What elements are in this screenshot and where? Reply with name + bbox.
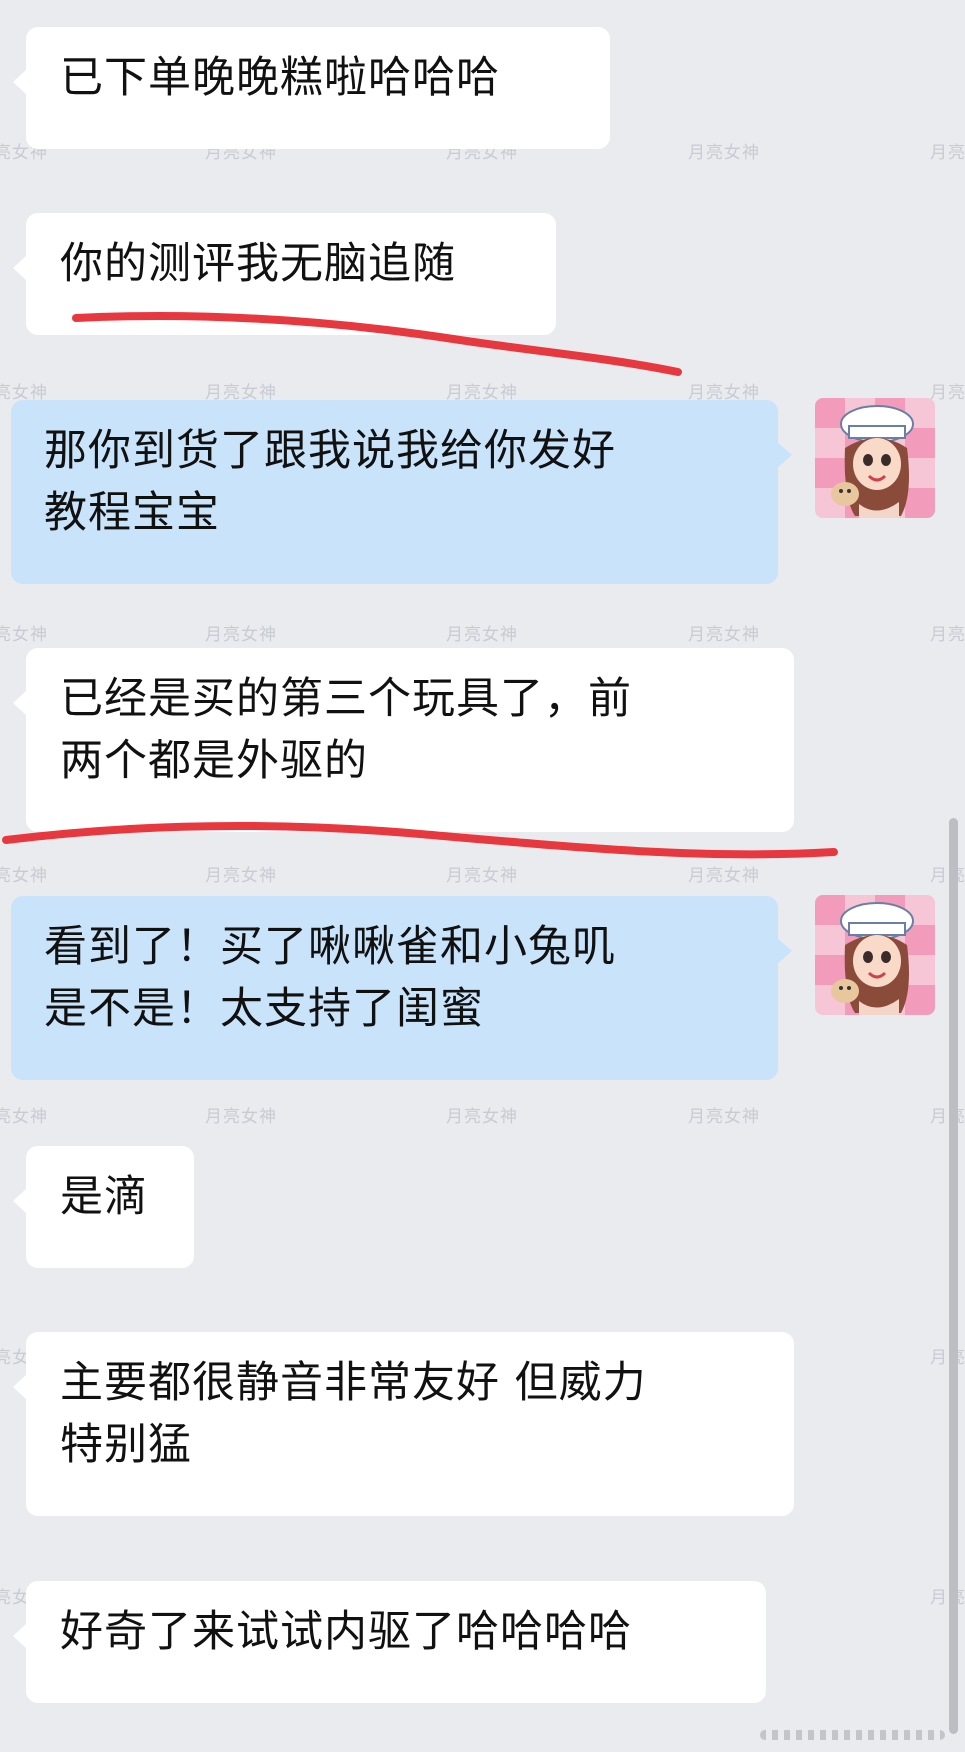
message-text-line: 教程宝宝 (44, 488, 220, 538)
bubble-tail (13, 690, 27, 716)
watermark-text: 月亮女神 (688, 143, 760, 163)
message-text-line: 特别猛 (60, 1420, 192, 1470)
message-text: 好奇了来试试内驱了哈哈哈哈 (60, 1607, 632, 1657)
bubble-tail (777, 442, 792, 468)
message-bubble-incoming[interactable]: 已经是买的第三个玩具了，前 两个都是外驱的 (13, 648, 794, 832)
message-text-line: 两个都是外驱的 (60, 736, 368, 786)
watermark-text: 月亮女神 (0, 625, 48, 645)
bubble-tail (13, 1623, 27, 1649)
message-bubble-incoming[interactable]: 主要都很静音非常友好 但威力 特别猛 (13, 1332, 794, 1516)
message-bubble-outgoing[interactable]: 那你到货了跟我说我给你发好 教程宝宝 (11, 400, 792, 584)
watermark-text: 月亮女神 (446, 625, 518, 645)
bubble-tail (777, 938, 792, 964)
watermark-text: 月亮女神 (446, 1107, 518, 1127)
message-text-line: 是不是！太支持了闺蜜 (44, 984, 484, 1034)
watermark-text: 月亮女神 (446, 866, 518, 886)
message-text-line: 已经是买的第三个玩具了，前 (60, 674, 632, 724)
watermark-text: 月亮女神 (0, 866, 48, 886)
home-indicator (760, 1730, 945, 1740)
bubble-tail (13, 1188, 27, 1214)
watermark-text: 月亮女神 (930, 1348, 965, 1368)
watermark-text: 月亮女神 (930, 1107, 965, 1127)
message-bubble-incoming[interactable]: 你的测评我无脑追随 (13, 213, 556, 335)
chat-conversation: 月亮女神月亮女神月亮女神月亮女神月亮女神月亮女神月亮女神月亮女神月亮女神月亮女神… (0, 0, 965, 1752)
watermark-text: 月亮女神 (0, 1107, 48, 1127)
watermark-text: 月亮女神 (688, 866, 760, 886)
girl-with-chef-hat-avatar-icon (815, 398, 935, 518)
watermark-text: 月亮女神 (205, 1107, 277, 1127)
watermark-text: 月亮女神 (930, 866, 965, 886)
message-text: 你的测评我无脑追随 (60, 239, 456, 289)
bubble-tail (13, 69, 27, 95)
message-bubble-incoming[interactable]: 好奇了来试试内驱了哈哈哈哈 (13, 1581, 766, 1703)
message-text-line: 主要都很静音非常友好 但威力 (60, 1358, 647, 1408)
watermark-text: 月亮女神 (930, 143, 965, 163)
message-bubble-incoming[interactable]: 是滴 (13, 1146, 194, 1268)
message-text-line: 那你到货了跟我说我给你发好 (44, 426, 616, 476)
watermark-text: 月亮女神 (205, 866, 277, 886)
message-bubble-outgoing[interactable]: 看到了！买了啾啾雀和小兔叽 是不是！太支持了闺蜜 (11, 896, 792, 1080)
bubble-tail (13, 1374, 27, 1400)
message-bubble-incoming[interactable]: 已下单晚晚糕啦哈哈哈 (13, 27, 610, 149)
user-avatar[interactable] (815, 398, 935, 518)
message-text: 是滴 (60, 1172, 148, 1222)
message-text: 已下单晚晚糕啦哈哈哈 (60, 53, 500, 103)
watermark-text: 月亮女神 (688, 1107, 760, 1127)
watermark-text: 月亮女神 (930, 1588, 965, 1608)
bubble-tail (13, 255, 27, 281)
girl-with-chef-hat-avatar-icon (815, 895, 935, 1015)
watermark-text: 月亮女神 (205, 625, 277, 645)
watermark-text: 月亮女神 (930, 625, 965, 645)
watermark-text: 月亮女神 (688, 625, 760, 645)
scrollbar[interactable] (949, 818, 958, 1734)
message-text-line: 看到了！买了啾啾雀和小兔叽 (44, 922, 616, 972)
user-avatar[interactable] (815, 895, 935, 1015)
watermark-text: 月亮女神 (930, 383, 965, 403)
